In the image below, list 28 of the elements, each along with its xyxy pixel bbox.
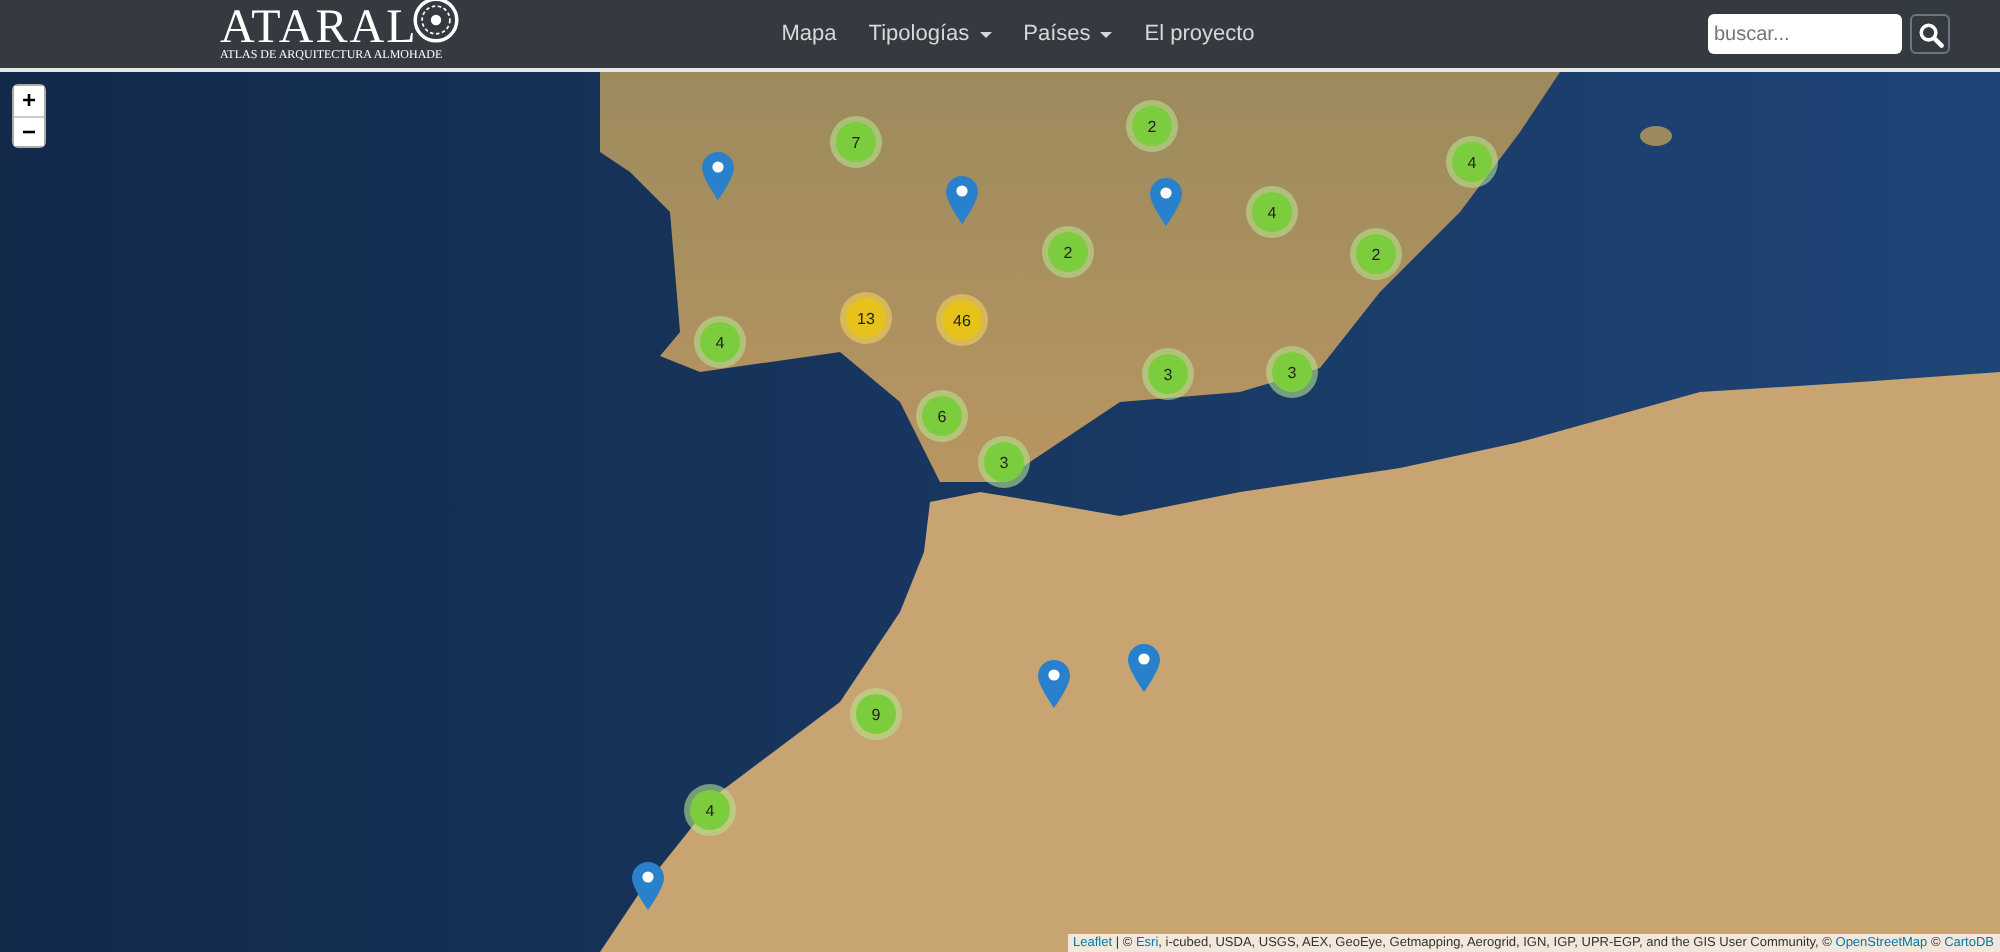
marker-cluster[interactable]: 4 <box>684 784 736 836</box>
marker-cluster[interactable]: 13 <box>840 292 892 344</box>
marker-cluster[interactable]: 4 <box>694 316 746 368</box>
marker-cluster[interactable]: 3 <box>1266 346 1318 398</box>
marker-cluster[interactable]: 3 <box>1142 348 1194 400</box>
nav-link[interactable]: Países <box>1007 22 1129 46</box>
marker-cluster[interactable]: 2 <box>1042 226 1094 278</box>
nav-link[interactable]: Tipologías <box>852 22 1008 46</box>
marker-cluster[interactable]: 7 <box>830 116 882 168</box>
marker-cluster[interactable]: 4 <box>1246 186 1298 238</box>
zoom-button[interactable]: − <box>14 116 44 146</box>
marker-cluster[interactable]: 6 <box>916 390 968 442</box>
marker-cluster[interactable]: 3 <box>978 436 1030 488</box>
search-field[interactable]: buscar... <box>1708 14 1902 54</box>
map-pin-icon[interactable] <box>632 862 664 910</box>
nav-link[interactable]: Mapa <box>765 22 853 46</box>
search-icon <box>1917 21 1943 47</box>
marker-cluster[interactable]: 4 <box>1446 136 1498 188</box>
marker-cluster[interactable]: 2 <box>1126 100 1178 152</box>
marker-cluster[interactable]: 46 <box>936 294 988 346</box>
logo-title[interactable]: ATARAL <box>220 5 418 49</box>
nav-link[interactable]: El proyecto <box>1128 22 1271 46</box>
search-button[interactable] <box>1910 14 1950 54</box>
caret-icon <box>1100 31 1113 37</box>
arch-logo-icon <box>409 0 462 45</box>
marker-cluster[interactable]: 9 <box>850 688 902 740</box>
caret-icon <box>979 31 992 37</box>
marker-cluster[interactable]: 2 <box>1350 228 1402 280</box>
